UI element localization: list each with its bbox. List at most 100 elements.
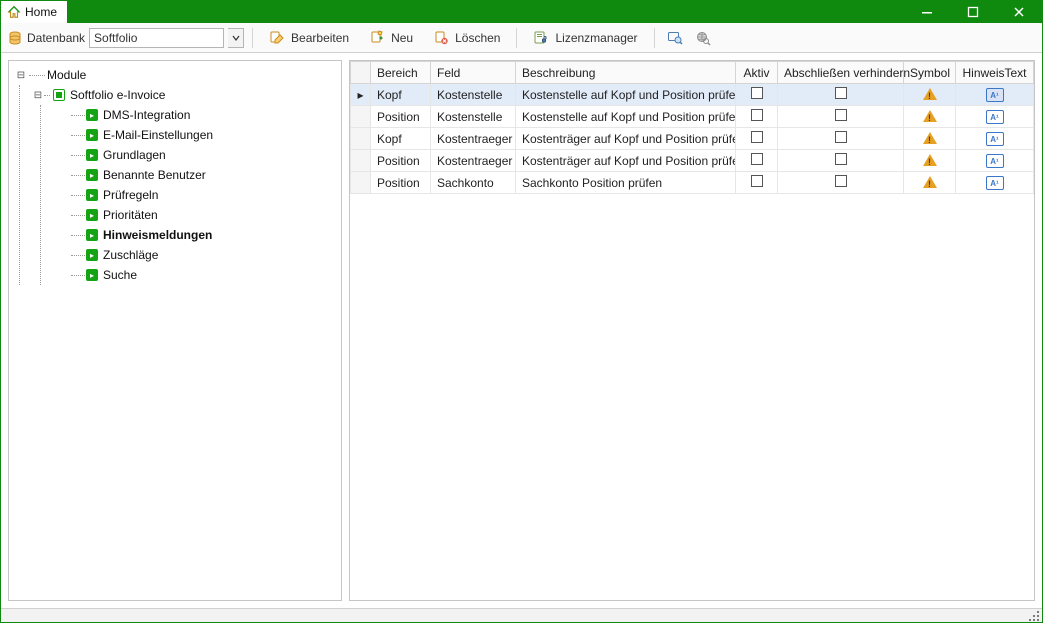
checkbox-aktiv[interactable] <box>751 153 763 165</box>
statusbar <box>1 608 1042 622</box>
grid-header-symbol[interactable]: Symbol <box>904 62 956 84</box>
cell-aktiv[interactable] <box>736 106 778 128</box>
new-button[interactable]: Neu <box>361 28 421 48</box>
table-row[interactable]: PositionKostentraegerKostenträger auf Ko… <box>351 150 1034 172</box>
checkbox-abschluss[interactable] <box>835 153 847 165</box>
module-tree[interactable]: ⊟ Module ⊟ Softfolio e-Invoice DMS-Integ… <box>9 61 341 600</box>
cell-symbol[interactable] <box>904 106 956 128</box>
db-combo-value: Softfolio <box>94 31 137 45</box>
tree-item-hinweismeldungen[interactable]: Hinweismeldungen <box>65 225 339 245</box>
grid-header-aktiv[interactable]: Aktiv <box>736 62 778 84</box>
tree-item-zuschl-ge[interactable]: Zuschläge <box>65 245 339 265</box>
row-marker <box>351 172 371 194</box>
grid-header-feld[interactable]: Feld <box>431 62 516 84</box>
checkbox-aktiv[interactable] <box>751 87 763 99</box>
expander-parent[interactable]: ⊟ <box>32 90 44 101</box>
checkbox-abschluss[interactable] <box>835 109 847 121</box>
minimize-button[interactable] <box>904 1 950 23</box>
checkbox-abschluss[interactable] <box>835 87 847 99</box>
cell-beschreibung: Kostenstelle auf Kopf und Position prüfe… <box>516 84 736 106</box>
module-group-icon <box>52 88 66 102</box>
tree-item-e-mail-einstellungen[interactable]: E-Mail-Einstellungen <box>65 125 339 145</box>
module-icon <box>85 268 99 282</box>
cell-aktiv[interactable] <box>736 84 778 106</box>
grid-panel: Bereich Feld Beschreibung Aktiv Abschlie… <box>349 60 1035 601</box>
cell-aktiv[interactable] <box>736 150 778 172</box>
tree-item-label: Hinweismeldungen <box>103 228 212 242</box>
checkbox-aktiv[interactable] <box>751 175 763 187</box>
checkbox-abschluss[interactable] <box>835 175 847 187</box>
module-icon <box>85 108 99 122</box>
grid-header-marker <box>351 62 371 84</box>
license-label: Lizenzmanager <box>555 31 637 45</box>
row-marker: ▸ <box>351 84 371 106</box>
cell-abschluss[interactable] <box>778 150 904 172</box>
module-icon <box>85 128 99 142</box>
table-row[interactable]: PositionSachkontoSachkonto Position prüf… <box>351 172 1034 194</box>
cell-hinweis[interactable]: A¹ <box>956 84 1034 106</box>
tree-parent-label: Softfolio e-Invoice <box>70 88 165 102</box>
titlebar: Home <box>1 1 1042 23</box>
globe-search-button[interactable] <box>691 28 715 48</box>
checkbox-aktiv[interactable] <box>751 131 763 143</box>
textbox-icon: A¹ <box>986 176 1004 190</box>
textbox-icon: A¹ <box>986 110 1004 124</box>
warning-icon <box>923 130 937 144</box>
table-row[interactable]: KopfKostentraegerKostenträger auf Kopf u… <box>351 128 1034 150</box>
license-manager-button[interactable]: Lizenzmanager <box>525 28 645 48</box>
module-icon <box>85 228 99 242</box>
tree-item-suche[interactable]: Suche <box>65 265 339 285</box>
cell-symbol[interactable] <box>904 150 956 172</box>
cell-feld: Kostenstelle <box>431 106 516 128</box>
row-marker <box>351 150 371 172</box>
maximize-button[interactable] <box>950 1 996 23</box>
grid-header-hinweis[interactable]: HinweisText <box>956 62 1034 84</box>
edit-button[interactable]: Bearbeiten <box>261 28 357 48</box>
resize-grip[interactable] <box>1028 610 1040 622</box>
delete-button[interactable]: Löschen <box>425 28 508 48</box>
cell-abschluss[interactable] <box>778 106 904 128</box>
expander-root[interactable]: ⊟ <box>15 70 27 81</box>
db-combo[interactable]: Softfolio <box>89 28 224 48</box>
checkbox-aktiv[interactable] <box>751 109 763 121</box>
tree-item-priorit-ten[interactable]: Prioritäten <box>65 205 339 225</box>
close-button[interactable] <box>996 1 1042 23</box>
title-tab-home[interactable]: Home <box>1 1 68 23</box>
module-icon <box>85 168 99 182</box>
cell-aktiv[interactable] <box>736 172 778 194</box>
cell-beschreibung: Kostenträger auf Kopf und Position prüfe… <box>516 128 736 150</box>
db-combo-dropdown[interactable] <box>228 28 244 48</box>
inspect-button[interactable] <box>663 28 687 48</box>
inspect-icon <box>667 30 683 46</box>
table-row[interactable]: ▸KopfKostenstelleKostenstelle auf Kopf u… <box>351 84 1034 106</box>
cell-symbol[interactable] <box>904 84 956 106</box>
textbox-icon: A¹ <box>986 132 1004 146</box>
cell-abschluss[interactable] <box>778 172 904 194</box>
tree-item-grundlagen[interactable]: Grundlagen <box>65 145 339 165</box>
cell-abschluss[interactable] <box>778 84 904 106</box>
grid-header-beschreibung[interactable]: Beschreibung <box>516 62 736 84</box>
tree-item-dms-integration[interactable]: DMS-Integration <box>65 105 339 125</box>
globe-search-icon <box>695 30 711 46</box>
cell-symbol[interactable] <box>904 128 956 150</box>
tree-item-pr-fregeln[interactable]: Prüfregeln <box>65 185 339 205</box>
data-grid[interactable]: Bereich Feld Beschreibung Aktiv Abschlie… <box>350 61 1034 194</box>
checkbox-abschluss[interactable] <box>835 131 847 143</box>
table-row[interactable]: PositionKostenstelleKostenstelle auf Kop… <box>351 106 1034 128</box>
cell-symbol[interactable] <box>904 172 956 194</box>
cell-hinweis[interactable]: A¹ <box>956 150 1034 172</box>
tree-item-benannte-benutzer[interactable]: Benannte Benutzer <box>65 165 339 185</box>
cell-aktiv[interactable] <box>736 128 778 150</box>
warning-icon <box>923 86 937 100</box>
grid-header-abschluss[interactable]: Abschließen verhindern <box>778 62 904 84</box>
edit-icon <box>269 30 285 46</box>
row-marker <box>351 106 371 128</box>
cell-bereich: Position <box>371 172 431 194</box>
cell-hinweis[interactable]: A¹ <box>956 106 1034 128</box>
home-icon <box>7 5 21 19</box>
cell-hinweis[interactable]: A¹ <box>956 172 1034 194</box>
grid-header-bereich[interactable]: Bereich <box>371 62 431 84</box>
cell-hinweis[interactable]: A¹ <box>956 128 1034 150</box>
textbox-icon: A¹ <box>986 154 1004 168</box>
cell-abschluss[interactable] <box>778 128 904 150</box>
